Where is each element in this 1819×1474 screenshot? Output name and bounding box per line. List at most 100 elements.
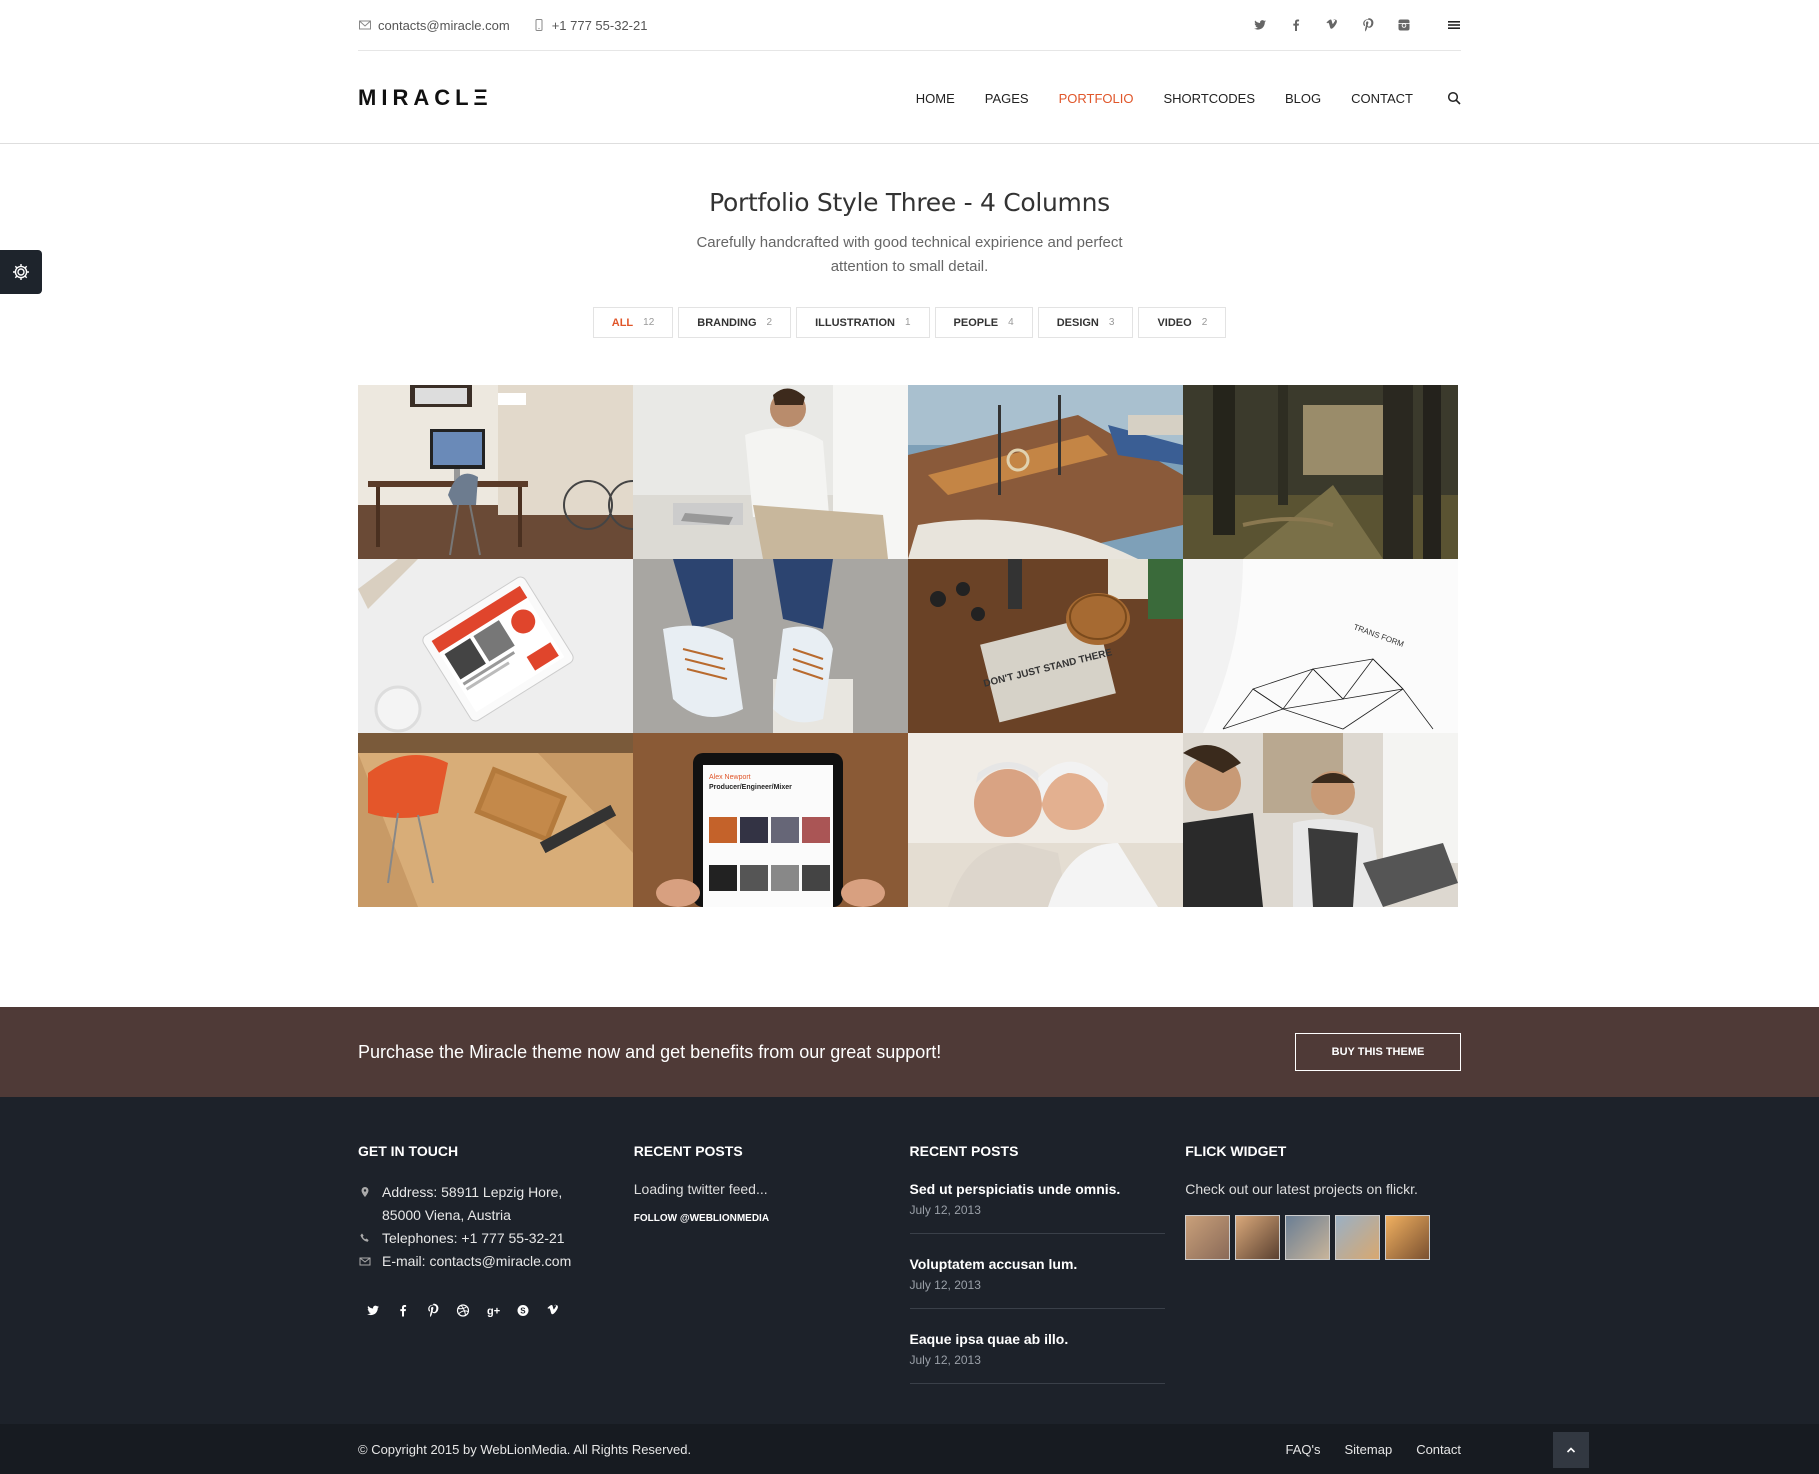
footer-email[interactable]: E-mail: contacts@miracle.com — [358, 1250, 634, 1273]
hamburger-menu-icon[interactable] — [1447, 18, 1461, 32]
footer-telephone-text: Telephones: +1 777 55-32-21 — [382, 1230, 565, 1246]
portfolio-item-branding-book[interactable]: DON'T JUST STAND THERE — [908, 559, 1183, 733]
footer-twitter-title: RECENT POSTS — [633, 1143, 743, 1159]
dribbble-icon[interactable] — [456, 1303, 470, 1317]
portfolio-item-man-laptop[interactable] — [633, 385, 908, 559]
filter-count: 2 — [1201, 317, 1208, 328]
recent-post[interactable]: Sed ut perspiciatis unde omnis. July 12,… — [909, 1181, 1165, 1234]
bottom-link-contact[interactable]: Contact — [1416, 1442, 1461, 1457]
svg-text:S: S — [520, 1306, 526, 1315]
portfolio-item-forest[interactable] — [1183, 385, 1458, 559]
filter-label: DESIGN — [1056, 316, 1099, 329]
top-email-text: contacts@miracle.com — [378, 17, 510, 33]
top-social — [1253, 18, 1461, 32]
phone-icon — [358, 1231, 372, 1245]
envelope-icon — [358, 18, 372, 32]
footer-contact: GET IN TOUCH Address: 58911 Lepzig Hore,… — [358, 1143, 634, 1406]
portfolio-filters: ALL 12 BRANDING 2 ILLUSTRATION 1 PEOPLE 4 DE… — [358, 307, 1461, 338]
portfolio-item-office-team[interactable] — [1183, 733, 1458, 907]
flick-description: Check out our latest projects on flickr. — [1185, 1181, 1418, 1197]
flickr-thumb[interactable] — [1235, 1215, 1281, 1260]
svg-text:g+: g+ — [487, 1305, 500, 1317]
skype-icon[interactable]: S — [516, 1303, 530, 1317]
recent-post-title: Sed ut perspiciatis unde omnis. — [909, 1181, 1121, 1197]
nav-item-contact[interactable]: CONTACT — [1351, 91, 1413, 106]
flickr-thumbnails — [1185, 1215, 1461, 1260]
recent-post-title: Eaque ipsa quae ab illo. — [909, 1331, 1069, 1347]
footer-posts-title: RECENT POSTS — [909, 1143, 1019, 1159]
search-icon[interactable] — [1447, 91, 1461, 105]
facebook-icon[interactable] — [396, 1303, 410, 1317]
portfolio-item-workspace[interactable] — [358, 385, 633, 559]
top-phone: +1 777 55-32-21 — [532, 18, 647, 33]
filter-design[interactable]: DESIGN 3 — [1037, 307, 1134, 338]
vimeo-icon[interactable] — [1325, 18, 1339, 32]
twitter-feed-status: Loading twitter feed... — [633, 1181, 768, 1197]
footer-address-line1: Address: 58911 Lepzig Hore, — [382, 1184, 563, 1200]
recent-post-date: July 12, 2013 — [909, 1203, 981, 1217]
page-subtitle: Carefully handcrafted with good technica… — [696, 234, 1123, 275]
footer-address-line2: 85000 Viena, Austria — [382, 1207, 511, 1223]
pinterest-icon[interactable] — [426, 1303, 440, 1317]
top-email[interactable]: contacts@miracle.com — [358, 18, 510, 33]
nav-item-shortcodes[interactable]: SHORTCODES — [1164, 91, 1256, 106]
portfolio-item-tablet-design[interactable] — [358, 559, 633, 733]
twitter-icon[interactable] — [366, 1303, 380, 1317]
site-logo[interactable]: MIRACLΞ — [358, 85, 493, 111]
filter-branding[interactable]: BRANDING 2 — [678, 307, 792, 338]
filter-count: 4 — [1008, 317, 1014, 328]
filter-label: VIDEO — [1157, 316, 1192, 329]
bottom-link-sitemap[interactable]: Sitemap — [1344, 1442, 1392, 1457]
main-nav: HOME PAGES PORTFOLIO SHORTCODES BLOG CON… — [916, 91, 1461, 106]
follow-twitter-link[interactable]: FOLLOW @WEBLIONMEDIA — [634, 1213, 910, 1224]
purchase-banner: Purchase the Miracle theme now and get b… — [0, 1007, 1819, 1097]
scroll-to-top-button[interactable] — [1553, 1432, 1589, 1468]
google-plus-icon[interactable]: g+ — [486, 1303, 500, 1317]
filter-video[interactable]: VIDEO 2 — [1138, 307, 1227, 338]
tablet-role: Producer/Engineer/Mixer — [709, 784, 792, 791]
filter-illustration[interactable]: ILLUSTRATION 1 — [796, 307, 930, 338]
settings-panel-toggle[interactable] — [0, 250, 42, 294]
chevron-up-icon — [1564, 1443, 1578, 1457]
filter-count: 2 — [766, 317, 773, 328]
flickr-thumb[interactable] — [1335, 1215, 1381, 1260]
portfolio-item-couple[interactable] — [908, 733, 1183, 907]
bottom-link-faqs[interactable]: FAQ's — [1285, 1442, 1320, 1457]
map-marker-icon — [358, 1185, 372, 1199]
portfolio-item-tshirt[interactable]: TRANS FORM — [1183, 559, 1458, 733]
portfolio-item-desk-chair[interactable] — [358, 733, 633, 907]
vimeo-icon[interactable] — [546, 1303, 560, 1317]
copyright: © Copyright 2015 by WebLionMedia. All Ri… — [358, 1441, 692, 1457]
portfolio-item-shoes[interactable] — [633, 559, 908, 733]
facebook-icon[interactable] — [1289, 18, 1303, 32]
portfolio-item-boat[interactable] — [908, 385, 1183, 559]
filter-people[interactable]: PEOPLE 4 — [934, 307, 1033, 338]
nav-item-blog[interactable]: BLOG — [1285, 91, 1321, 106]
filter-label: ALL — [611, 316, 634, 329]
filter-label: BRANDING — [697, 316, 757, 329]
nav-item-home[interactable]: HOME — [916, 91, 955, 106]
page-title: Portfolio Style Three - 4 Columns — [709, 188, 1110, 217]
footer-recent-posts: RECENT POSTS Sed ut perspiciatis unde om… — [909, 1143, 1186, 1406]
recent-post[interactable]: Eaque ipsa quae ab illo. July 12, 2013 — [909, 1331, 1165, 1384]
filter-count: 3 — [1108, 317, 1115, 328]
footer-social: g+ S — [358, 1303, 634, 1317]
nav-item-pages[interactable]: PAGES — [985, 91, 1029, 106]
recent-post[interactable]: Voluptatem accusan lum. July 12, 2013 — [909, 1256, 1165, 1309]
footer-flick-widget: FLICK WIDGET Check out our latest projec… — [1185, 1143, 1461, 1406]
footer-contact-title: GET IN TOUCH — [358, 1143, 459, 1159]
instagram-icon[interactable] — [1397, 18, 1411, 32]
portfolio-item-tablet-music[interactable]: Alex Newport Producer/Engineer/Mixer — [633, 733, 908, 907]
buy-theme-button[interactable]: BUY THIS THEME — [1295, 1033, 1461, 1071]
filter-all[interactable]: ALL 12 — [592, 307, 674, 338]
flickr-thumb[interactable] — [1185, 1215, 1231, 1260]
recent-post-title: Voluptatem accusan lum. — [909, 1256, 1078, 1272]
nav-item-portfolio[interactable]: PORTFOLIO — [1059, 91, 1134, 106]
filter-count: 12 — [643, 317, 655, 328]
twitter-icon[interactable] — [1253, 18, 1267, 32]
flickr-thumb[interactable] — [1385, 1215, 1431, 1260]
bottom-bar: © Copyright 2015 by WebLionMedia. All Ri… — [0, 1424, 1819, 1474]
pinterest-icon[interactable] — [1361, 18, 1375, 32]
flickr-thumb[interactable] — [1285, 1215, 1331, 1260]
main-header: MIRACLΞ HOME PAGES PORTFOLIO SHORTCODES … — [358, 52, 1461, 144]
